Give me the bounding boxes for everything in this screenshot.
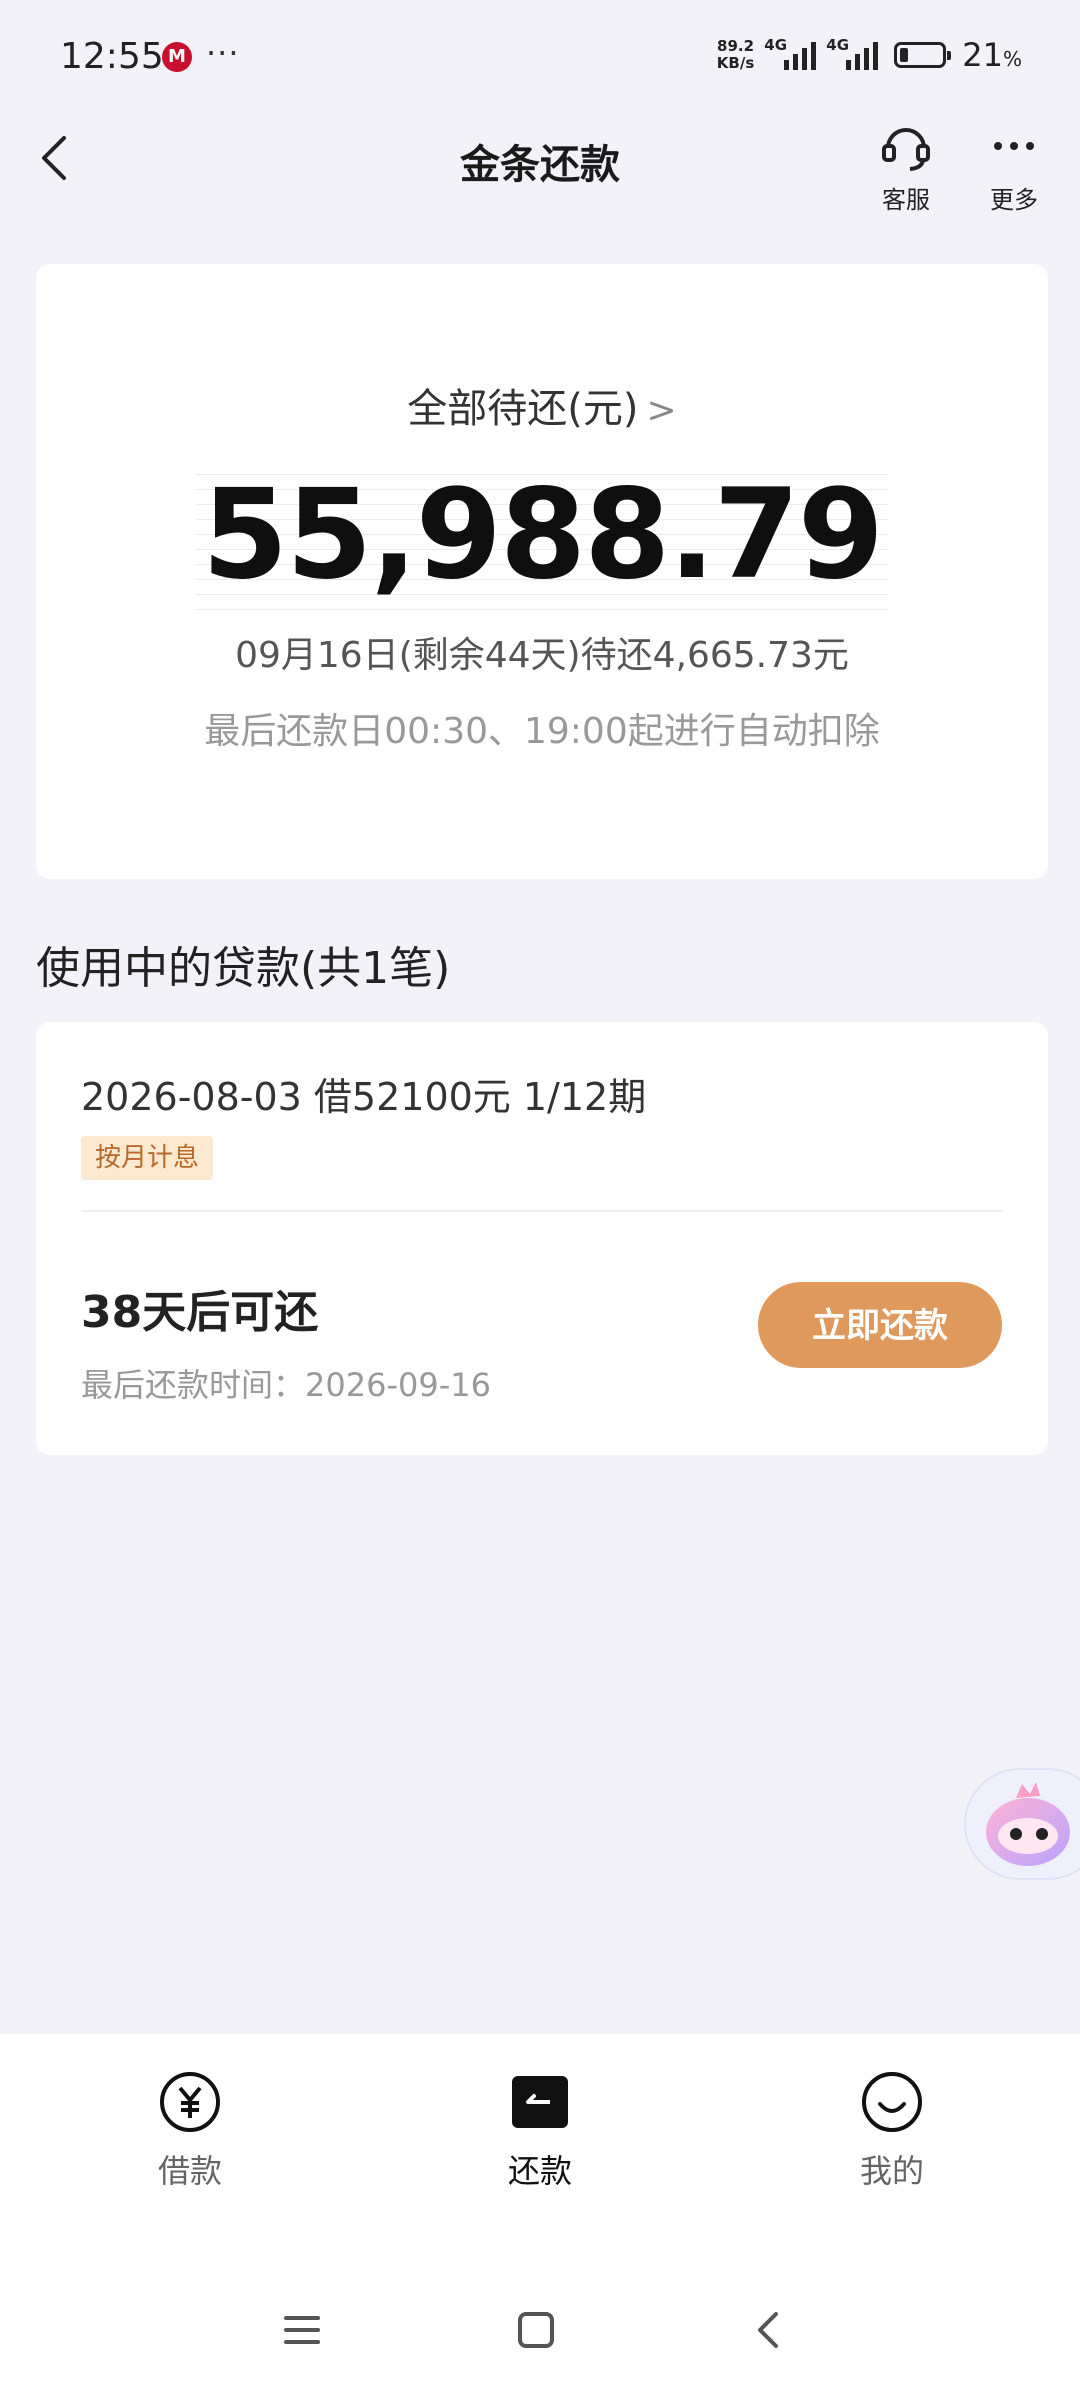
days-until-repayable: 38天后可还 [81, 1287, 319, 1338]
divider [81, 1210, 1003, 1212]
interest-type-badge: 按月计息 [81, 1136, 214, 1180]
yuan-icon [160, 2072, 220, 2132]
customer-service-button[interactable]: 客服 [866, 118, 946, 215]
repayment-summary-card: 全部待还(元) > 55,988.79 09月16日(剩余44天)待还4,665.… [36, 264, 1048, 879]
system-home-button[interactable] [506, 2300, 566, 2360]
auto-debit-note: 最后还款日00:30、19:00起进行自动扣除 [204, 711, 880, 752]
battery-percent: 21% [962, 36, 1022, 74]
signal-sim1-icon: 4G [764, 36, 817, 70]
network-speed: 89.2 KB/s [716, 37, 755, 72]
status-indicators: 89.2 KB/s 4G 4G 21% [717, 36, 1022, 74]
tab-mine[interactable]: 我的 [792, 2070, 992, 2192]
status-bar: 12:55 M ··· 89.2 KB/s 4G 4G 21% [0, 0, 1080, 120]
repay-now-button[interactable]: 立即还款 [758, 1282, 1002, 1368]
tab-borrow-label: 借款 [157, 2152, 222, 2190]
active-loans-title: 使用中的贷款(共1笔) [36, 943, 451, 994]
menu-icon [284, 2316, 320, 2344]
bank-app-notification-icon: M [162, 42, 192, 72]
back-chevron-icon [758, 2312, 778, 2348]
assistant-mascot-button[interactable] [964, 1768, 1080, 1880]
system-menu-button[interactable] [272, 2300, 332, 2360]
headset-icon [882, 128, 930, 171]
repayment-deadline: 最后还款时间：2026-09-16 [81, 1366, 491, 1404]
tab-mine-label: 我的 [859, 2152, 924, 2190]
total-due-link[interactable]: 全部待还(元) > [36, 376, 1048, 434]
tab-repay[interactable]: 还款 [440, 2070, 640, 2192]
more-notifications-icon: ··· [206, 34, 240, 72]
more-dots-icon [994, 142, 1034, 150]
repay-icon [512, 2076, 568, 2128]
signal-sim2-icon: 4G [826, 36, 879, 70]
mascot-icon [986, 1782, 1070, 1866]
home-square-icon [518, 2312, 554, 2348]
system-back-button[interactable] [740, 2300, 800, 2360]
battery-icon [894, 42, 952, 68]
smile-icon [862, 2072, 922, 2132]
total-due-label: 全部待还(元) [407, 386, 639, 432]
battery-level [900, 48, 909, 62]
total-due-amount: 55,988.79 [195, 460, 889, 610]
chevron-right-icon: > [646, 390, 677, 431]
loan-summary: 2026-08-03 借52100元 1/12期 [81, 1075, 647, 1119]
more-button[interactable]: 更多 [974, 118, 1054, 215]
more-label: 更多 [990, 186, 1038, 214]
customer-service-label: 客服 [882, 186, 930, 214]
tab-borrow[interactable]: 借款 [90, 2070, 290, 2192]
status-time: 12:55 [60, 36, 164, 77]
next-due-info: 09月16日(剩余44天)待还4,665.73元 [235, 635, 849, 676]
tab-repay-label: 还款 [507, 2152, 572, 2190]
loan-card[interactable]: 2026-08-03 借52100元 1/12期 按月计息 38天后可还 最后还… [36, 1022, 1048, 1455]
